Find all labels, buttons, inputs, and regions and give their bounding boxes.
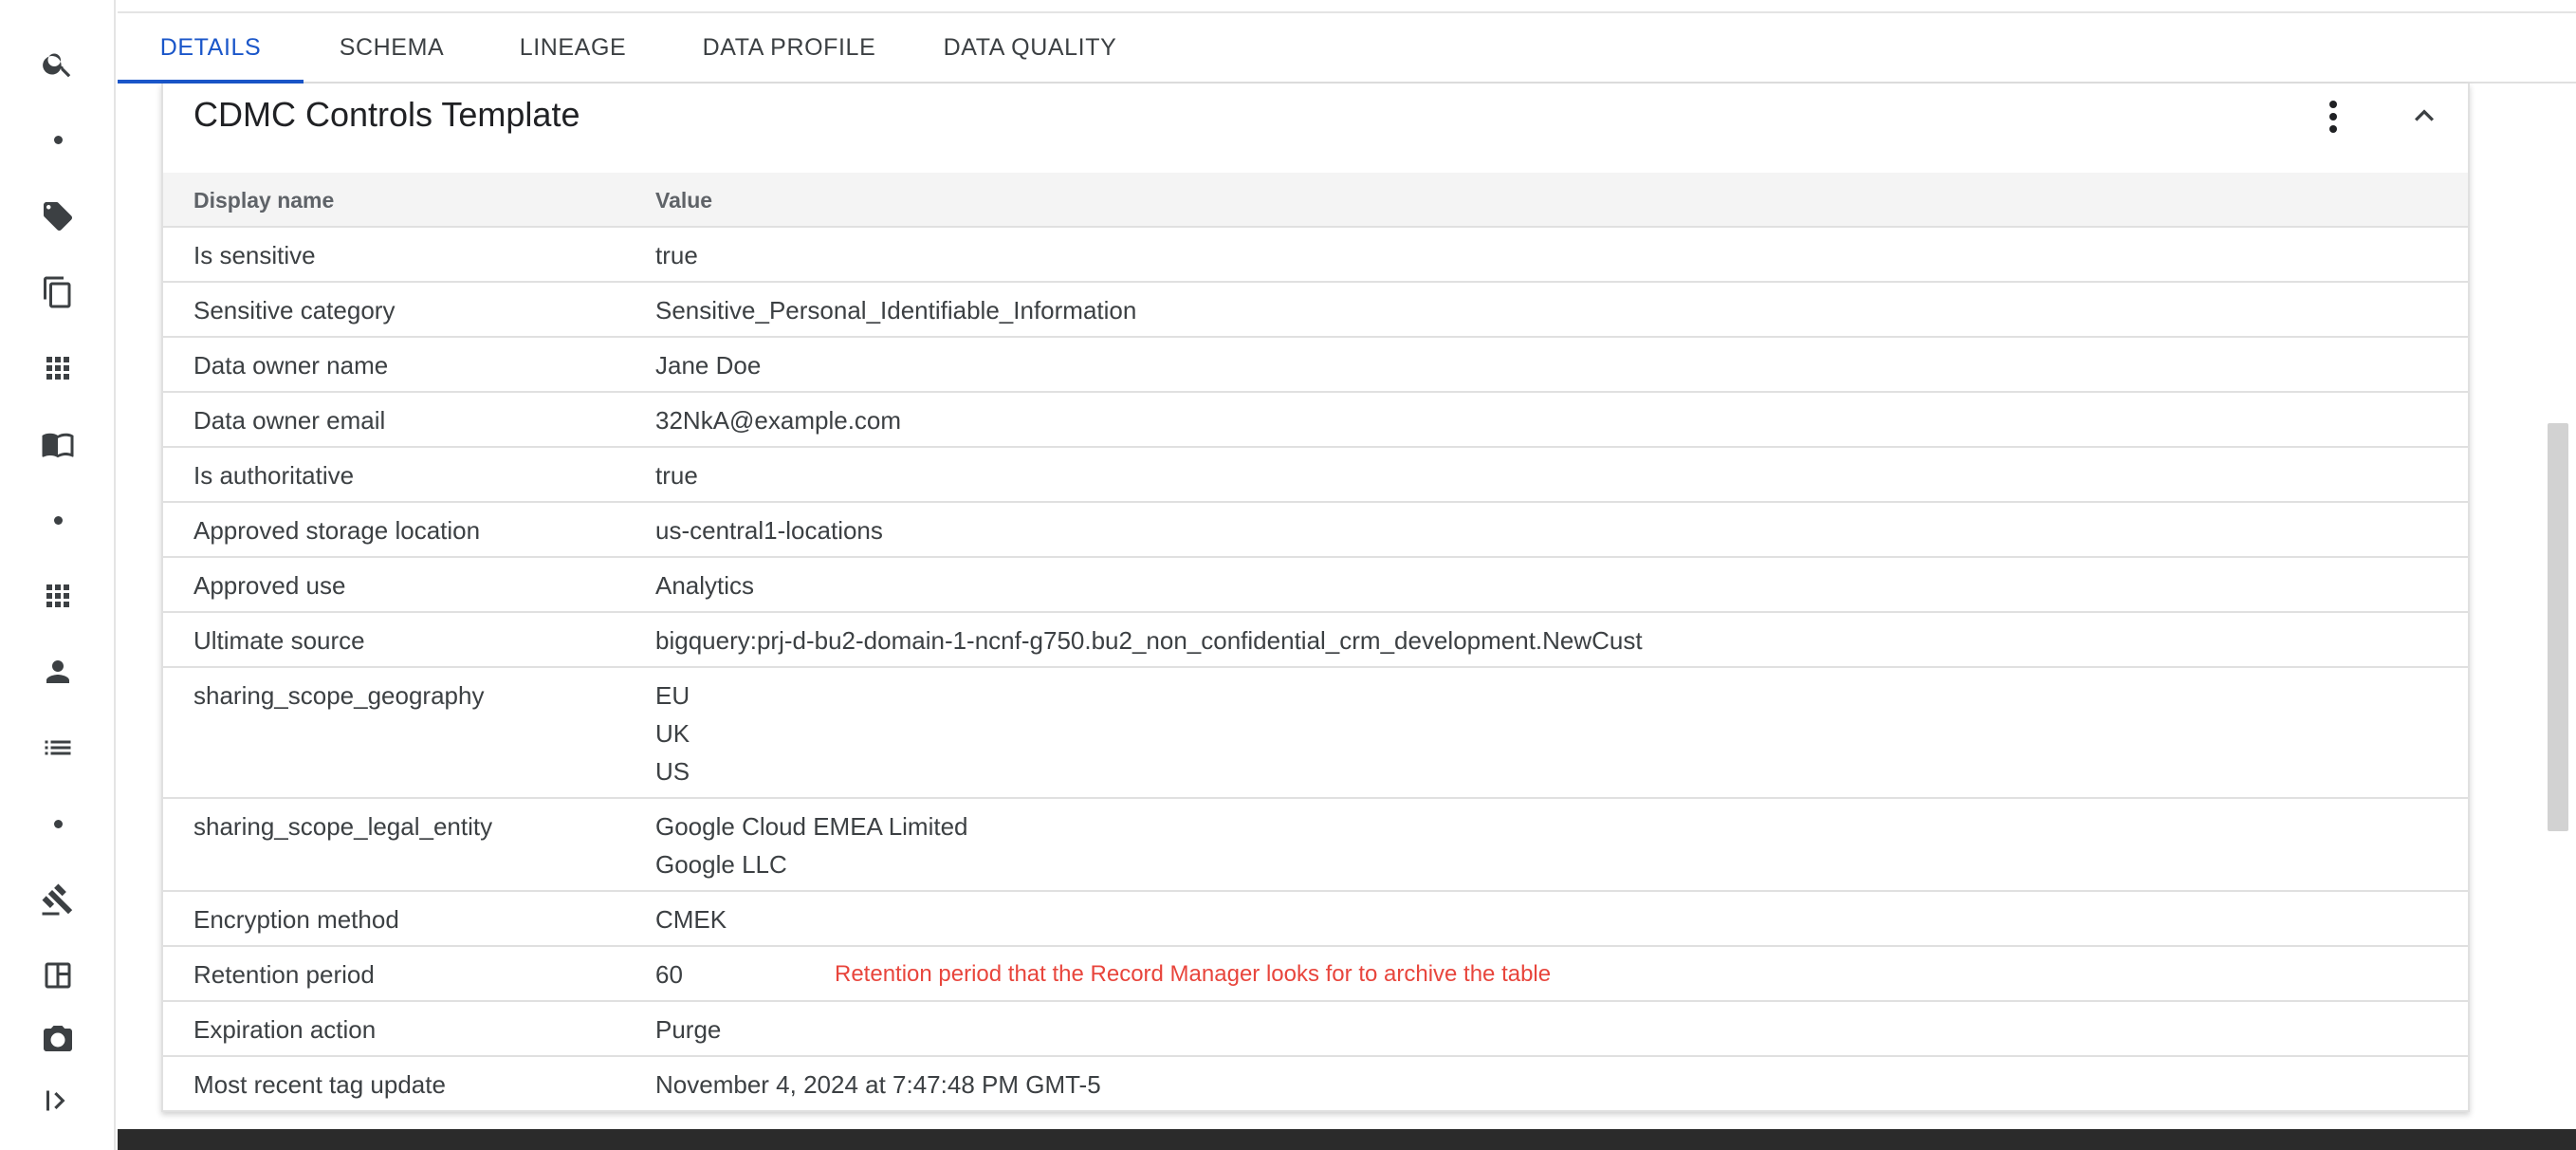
copy-icon[interactable] bbox=[29, 264, 86, 321]
row-label: Data owner name bbox=[193, 351, 389, 380]
table-row: Approved storage location us-central1-lo… bbox=[163, 503, 2468, 558]
row-value-list: EU UK US bbox=[655, 668, 690, 790]
row-value: UK bbox=[655, 719, 690, 748]
row-value: CMEK bbox=[655, 905, 727, 934]
table-row: sharing_scope_legal_entity Google Cloud … bbox=[163, 799, 2468, 892]
row-value: Google Cloud EMEA Limited bbox=[655, 812, 968, 841]
row-value: Google LLC bbox=[655, 850, 787, 879]
row-value: 32NkA@example.com bbox=[655, 406, 902, 435]
tab-bar: DETAILS SCHEMA LINEAGE DATA PROFILE DATA… bbox=[118, 13, 2576, 83]
row-label: sharing_scope_legal_entity bbox=[193, 812, 493, 841]
row-label: Data owner email bbox=[193, 406, 386, 435]
card-title: CDMC Controls Template bbox=[193, 95, 580, 134]
nav-dot bbox=[54, 516, 63, 525]
scrollbar-thumb[interactable] bbox=[2548, 423, 2568, 831]
table-row: Approved use Analytics bbox=[163, 558, 2468, 613]
row-value: true bbox=[655, 461, 698, 490]
row-value: bigquery:prj-d-bu2-domain-1-ncnf-g750.bu… bbox=[655, 626, 1643, 655]
chevron-up-icon[interactable] bbox=[2405, 97, 2443, 135]
table-row: Ultimate source bigquery:prj-d-bu2-domai… bbox=[163, 613, 2468, 668]
tag-template-card: CDMC Controls Template Display name Valu… bbox=[161, 83, 2470, 1112]
table-row: Most recent tag update November 4, 2024 … bbox=[163, 1057, 2468, 1112]
retention-annotation: Retention period that the Record Manager… bbox=[835, 961, 1552, 987]
tab-schema[interactable]: SCHEMA bbox=[304, 13, 480, 82]
table-row: Retention period 60 Retention period tha… bbox=[163, 947, 2468, 1002]
search-icon[interactable] bbox=[29, 35, 86, 92]
row-value: Jane Doe bbox=[655, 351, 762, 380]
row-label: Sensitive category bbox=[193, 296, 396, 325]
row-value: us-central1-locations bbox=[655, 516, 883, 545]
expand-rail-icon[interactable] bbox=[29, 1072, 86, 1129]
nav-dot bbox=[54, 136, 63, 144]
dashboard-icon[interactable] bbox=[29, 947, 86, 1004]
app-root: DETAILS SCHEMA LINEAGE DATA PROFILE DATA… bbox=[0, 0, 2576, 1150]
row-value: Sensitive_Personal_Identifiable_Informat… bbox=[655, 296, 1137, 325]
details-table: Display name Value Is sensitive true Sen… bbox=[163, 173, 2468, 1112]
row-label: Encryption method bbox=[193, 905, 399, 934]
row-label: Is sensitive bbox=[193, 241, 316, 269]
row-value: Analytics bbox=[655, 571, 755, 600]
tab-data-quality[interactable]: DATA QUALITY bbox=[912, 13, 1148, 82]
tab-data-profile[interactable]: DATA PROFILE bbox=[666, 13, 912, 82]
row-label: Retention period bbox=[193, 960, 375, 989]
gavel-icon[interactable] bbox=[29, 871, 86, 928]
table-row: Encryption method CMEK bbox=[163, 892, 2468, 947]
row-label: Ultimate source bbox=[193, 626, 365, 655]
table-row: Expiration action Purge bbox=[163, 1002, 2468, 1057]
tag-icon[interactable] bbox=[29, 188, 86, 245]
row-label: Is authoritative bbox=[193, 461, 355, 490]
list-icon[interactable] bbox=[29, 719, 86, 776]
row-value: Purge bbox=[655, 1015, 722, 1044]
row-label: Approved storage location bbox=[193, 516, 481, 545]
more-options-icon[interactable] bbox=[2314, 93, 2352, 140]
camera-icon[interactable] bbox=[29, 1023, 86, 1051]
tab-details[interactable]: DETAILS bbox=[118, 13, 304, 83]
row-value: EU bbox=[655, 681, 690, 710]
table-header: Display name Value bbox=[163, 173, 2468, 228]
book-icon[interactable] bbox=[29, 416, 86, 473]
scrollbar[interactable] bbox=[2544, 423, 2576, 831]
row-label: sharing_scope_geography bbox=[193, 681, 485, 710]
row-value: US bbox=[655, 757, 690, 786]
row-value: 60 bbox=[655, 960, 683, 989]
table-row: Sensitive category Sensitive_Personal_Id… bbox=[163, 283, 2468, 338]
grid-icon[interactable] bbox=[29, 340, 86, 397]
row-value: true bbox=[655, 241, 698, 269]
table-row: Data owner name Jane Doe bbox=[163, 338, 2468, 393]
bottom-edge bbox=[118, 1129, 2576, 1150]
row-label: Expiration action bbox=[193, 1015, 377, 1044]
table-row: Is sensitive true bbox=[163, 228, 2468, 283]
row-label: Most recent tag update bbox=[193, 1070, 446, 1099]
row-value-list: Google Cloud EMEA Limited Google LLC bbox=[655, 799, 968, 883]
row-label: Approved use bbox=[193, 571, 346, 600]
nav-dot bbox=[54, 820, 63, 828]
column-header-value: Value bbox=[655, 188, 713, 213]
column-header-display-name: Display name bbox=[193, 188, 335, 213]
left-nav-rail bbox=[0, 0, 116, 1150]
table-row: Data owner email 32NkA@example.com bbox=[163, 393, 2468, 448]
header-divider bbox=[118, 0, 2576, 13]
person-icon[interactable] bbox=[29, 643, 86, 700]
table-row: sharing_scope_geography EU UK US bbox=[163, 668, 2468, 799]
row-value: November 4, 2024 at 7:47:48 PM GMT-5 bbox=[655, 1070, 1101, 1099]
tab-lineage[interactable]: LINEAGE bbox=[480, 13, 666, 82]
table-row: Is authoritative true bbox=[163, 448, 2468, 503]
grid-icon[interactable] bbox=[29, 567, 86, 624]
